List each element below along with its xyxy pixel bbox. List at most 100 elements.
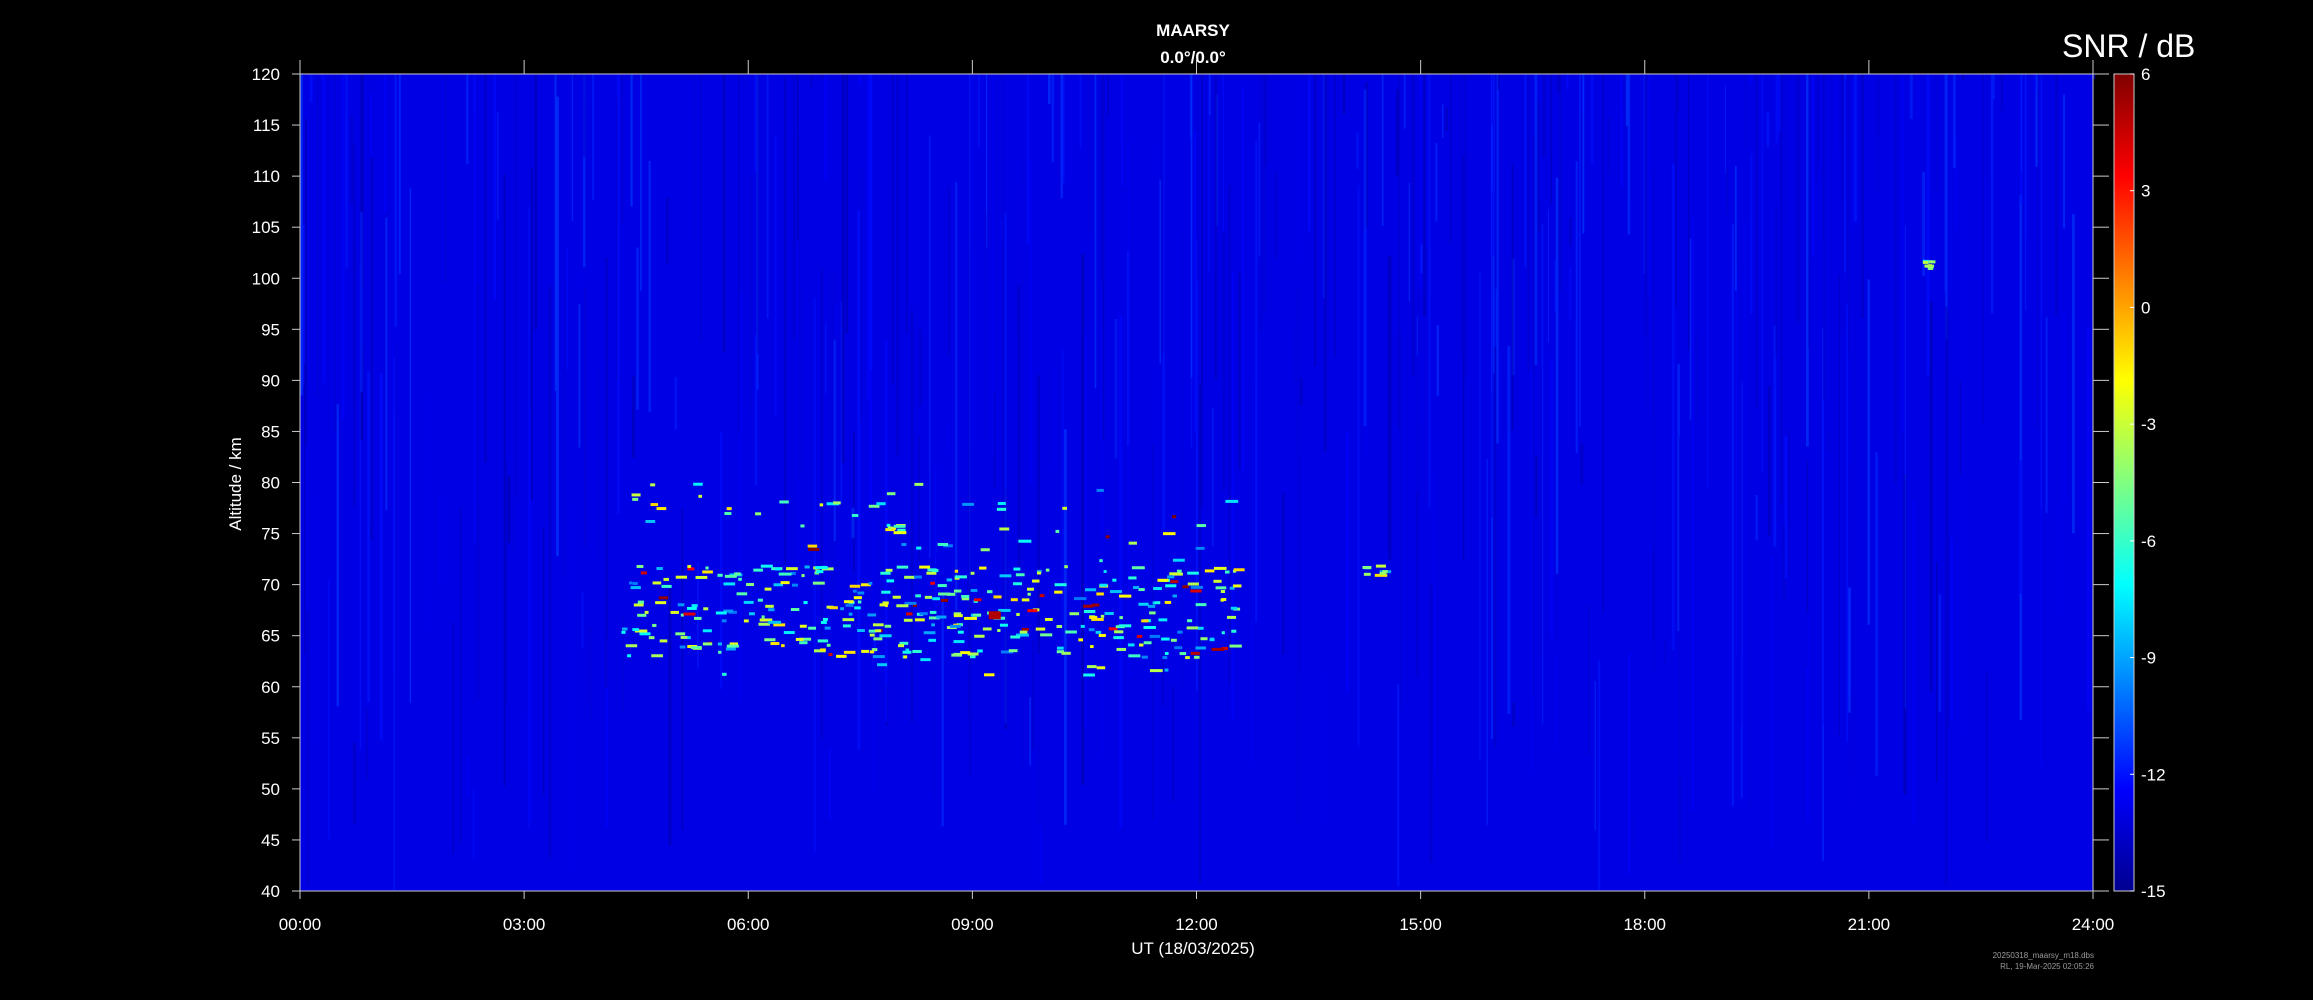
noise-streak (1314, 74, 1317, 367)
noise-streak (784, 77, 787, 565)
noise-streak (621, 74, 623, 225)
noise-streak (804, 295, 808, 473)
echo-cell (999, 527, 1010, 531)
echo-cell (980, 548, 990, 552)
echo-cell (726, 507, 732, 511)
echo-cell (929, 610, 937, 614)
noise-streak (328, 579, 330, 840)
echo-cell (887, 526, 893, 530)
echo-cell (820, 648, 826, 652)
echo-cell (1164, 668, 1169, 672)
echo-cell (937, 584, 947, 588)
echo-cell (768, 608, 775, 612)
noise-streak (1901, 74, 1904, 432)
echo-cell (1195, 546, 1205, 550)
noise-streak (392, 74, 395, 410)
echo-cell (650, 483, 656, 487)
noise-streak (1037, 375, 1040, 654)
echo-cell (843, 600, 854, 604)
noise-streak (473, 114, 475, 713)
noise-streak (1102, 74, 1105, 441)
echo-cell (694, 616, 702, 620)
noise-streak (1463, 74, 1467, 382)
x-tick-label: 15:00 (1399, 915, 1442, 934)
noise-streak (1555, 177, 1559, 574)
noise-streak (1962, 74, 1965, 80)
echo-cell (658, 596, 669, 600)
noise-streak (1982, 74, 1984, 425)
colorbar-tick-label: 6 (2141, 65, 2150, 84)
noise-streak (1569, 267, 1572, 321)
echo-cell (1190, 589, 1202, 593)
echo-cell (970, 588, 978, 592)
noise-streak (1675, 74, 1678, 307)
noise-streak (1438, 114, 1442, 443)
noise-streak (1838, 274, 1840, 736)
noise-streak (1594, 681, 1596, 830)
echo-cell (1138, 588, 1145, 592)
echo-cell (795, 637, 804, 641)
noise-streak (2000, 74, 2003, 111)
noise-streak (2020, 74, 2023, 172)
noise-streak (700, 74, 702, 342)
noise-streak (858, 74, 862, 86)
echo-cell (1035, 627, 1046, 631)
echo-cell (724, 512, 732, 516)
echo-cell (904, 575, 916, 579)
y-tick-label: 65 (261, 627, 280, 646)
echo-cell (748, 612, 755, 616)
noise-streak (1833, 148, 1836, 767)
echo-cell (953, 652, 961, 656)
echo-cell (974, 634, 985, 638)
noise-streak (896, 74, 900, 457)
noise-streak (417, 74, 420, 298)
echo-cell (1010, 598, 1018, 602)
echo-cell (997, 629, 1001, 633)
noise-streak (1582, 74, 1585, 234)
noise-streak (749, 74, 753, 84)
echo-cell (632, 497, 639, 501)
echo-cell (1149, 669, 1163, 673)
noise-streak (1119, 315, 1122, 829)
noise-streak (303, 363, 306, 655)
y-tick-label: 120 (252, 65, 280, 84)
echo-cell (1065, 630, 1077, 634)
y-tick-label: 75 (261, 525, 280, 544)
noise-streak (1944, 74, 1946, 293)
echo-cell (851, 514, 859, 518)
echo-cell (651, 654, 663, 658)
noise-streak (967, 255, 970, 719)
echo-cell (1231, 629, 1237, 633)
echo-cell (1204, 569, 1215, 573)
y-tick-label: 100 (252, 269, 280, 288)
noise-streak (992, 74, 994, 452)
echo-cell (1008, 649, 1018, 653)
noise-streak (1292, 323, 1295, 385)
noise-streak (1426, 74, 1428, 248)
noise-streak (302, 224, 305, 388)
colorbar-tick-label: -9 (2141, 649, 2156, 668)
noise-streak (309, 74, 313, 102)
echo-cell (1215, 586, 1227, 590)
echo-cell (1080, 624, 1085, 628)
echo-cell (1099, 559, 1103, 563)
noise-streak (1739, 176, 1742, 726)
echo-cell (953, 640, 965, 644)
noise-streak (1419, 94, 1422, 427)
echo-cell (1010, 635, 1021, 639)
echo-cell (877, 663, 888, 667)
noise-streak (1550, 358, 1553, 639)
noise-streak (1566, 74, 1569, 90)
echo-cell (1149, 611, 1156, 615)
echo-cell (1172, 515, 1177, 519)
echo-cell (680, 635, 688, 639)
echo-cell (872, 623, 884, 627)
noise-streak (1620, 74, 1624, 188)
noise-streak (398, 74, 401, 274)
echo-cell (1083, 610, 1096, 614)
noise-streak (336, 404, 339, 707)
echo-cell (957, 630, 964, 634)
noise-streak (1816, 87, 1819, 161)
noise-streak (366, 710, 368, 780)
echo-cell (892, 595, 901, 599)
